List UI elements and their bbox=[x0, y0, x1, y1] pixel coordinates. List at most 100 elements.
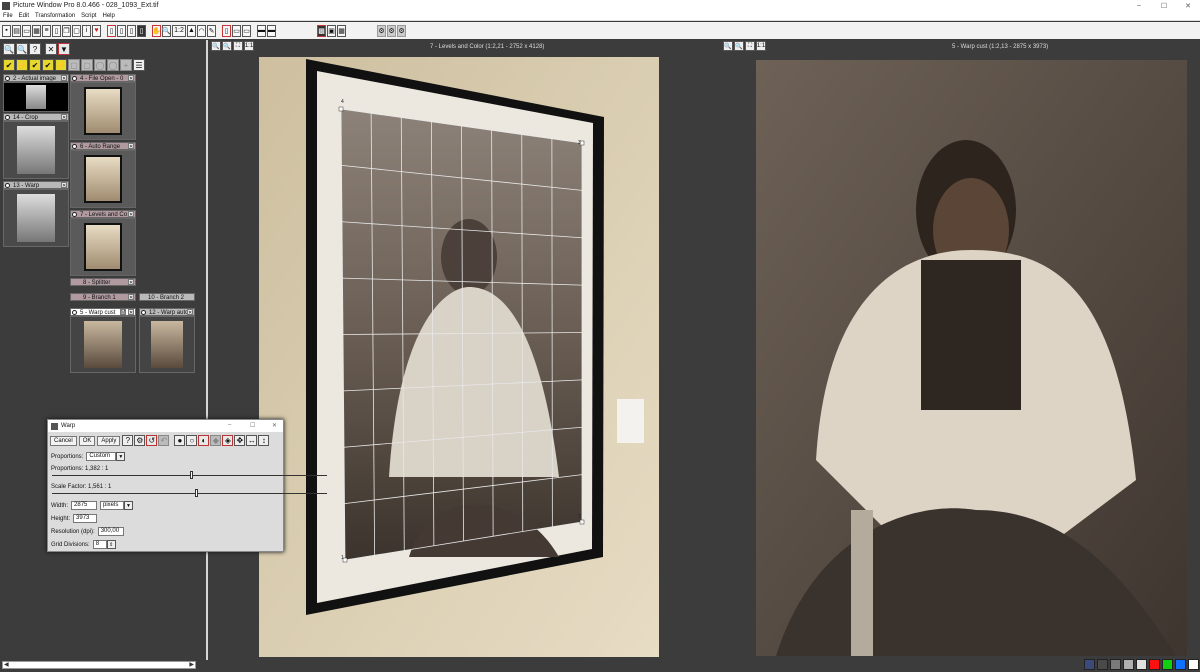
spinner-icon[interactable]: ⇕ bbox=[106, 540, 116, 549]
check-icon[interactable]: ✔ bbox=[29, 59, 41, 71]
diamond-select-icon[interactable]: ◈ bbox=[222, 435, 234, 446]
grid-icon[interactable]: ▣ bbox=[327, 24, 336, 37]
checker-icon[interactable]: ▩ bbox=[317, 24, 326, 37]
gear-icon[interactable]: ⚙ bbox=[397, 24, 406, 37]
page-icon[interactable]: ▯ bbox=[107, 24, 116, 37]
color-swatch[interactable] bbox=[1136, 659, 1147, 670]
mountain-icon[interactable]: ▲ bbox=[187, 24, 196, 37]
doc-icon[interactable]: ▯ bbox=[52, 24, 61, 37]
zoom-icon[interactable]: 🔍 bbox=[162, 24, 171, 37]
circle-icon[interactable]: ◯ bbox=[94, 59, 106, 71]
resolution-input[interactable]: 300,00 bbox=[97, 527, 124, 536]
maximize-button[interactable]: ☐ bbox=[250, 422, 255, 429]
close-icon[interactable]: ✕ bbox=[61, 182, 67, 188]
chevron-down-icon[interactable]: ▼ bbox=[124, 501, 134, 510]
vertical-icon[interactable]: ↕ bbox=[258, 435, 270, 446]
minimize-button[interactable]: – bbox=[228, 422, 231, 428]
copy-icon[interactable]: ❐ bbox=[62, 24, 71, 37]
color-swatch[interactable] bbox=[1188, 659, 1199, 670]
print-icon[interactable]: ▦ bbox=[32, 24, 41, 37]
zoom-in-icon[interactable]: 🔍 bbox=[3, 43, 15, 55]
close-button[interactable]: ✕ bbox=[272, 422, 277, 429]
color-swatch[interactable] bbox=[1084, 659, 1095, 670]
mask-icon[interactable]: M bbox=[120, 309, 126, 315]
horizontal-scrollbar[interactable]: ◀ ▶ bbox=[2, 661, 196, 669]
ratio-icon[interactable]: 1:2 bbox=[172, 24, 186, 37]
gear-icon[interactable]: ⚙ bbox=[377, 24, 386, 37]
node-13[interactable]: 13 - Warp ✕ bbox=[3, 181, 69, 247]
menu-script[interactable]: Script bbox=[78, 13, 99, 19]
color-swatch[interactable] bbox=[1097, 659, 1108, 670]
pencil-icon[interactable]: ✎ bbox=[207, 24, 216, 37]
minimize-button[interactable]: – bbox=[1133, 0, 1145, 11]
node-9[interactable]: 9 - Branch 1 ✕ bbox=[70, 293, 136, 301]
node-14[interactable]: 14 - Crop ✕ bbox=[3, 113, 69, 179]
apply-button[interactable]: Apply bbox=[97, 435, 121, 446]
node-8[interactable]: 8 - Splitter ✕ bbox=[70, 278, 136, 286]
page-icon[interactable]: ▯ bbox=[117, 24, 126, 37]
close-icon[interactable]: ✕ bbox=[128, 279, 134, 285]
width-input[interactable]: 2875 bbox=[71, 501, 98, 510]
close-icon[interactable]: ✕ bbox=[128, 309, 134, 315]
zoom-in-icon[interactable]: 🔍 bbox=[211, 41, 221, 51]
diamond-icon[interactable]: ◆ bbox=[210, 435, 222, 446]
menu-help[interactable]: Help bbox=[99, 13, 117, 19]
page-icon[interactable]: ▢ bbox=[68, 59, 80, 71]
close-icon[interactable]: ✕ bbox=[61, 75, 67, 81]
close-icon[interactable]: ✕ bbox=[128, 75, 134, 81]
dropdown-icon[interactable]: ▼ bbox=[58, 43, 70, 55]
menu-file[interactable]: File bbox=[0, 13, 16, 19]
node-4[interactable]: 4 - File Open - 0 ✕ bbox=[70, 74, 136, 140]
color-swatch[interactable] bbox=[1162, 659, 1173, 670]
circle-filled-icon[interactable]: ● bbox=[174, 435, 186, 446]
color-swatch[interactable] bbox=[1110, 659, 1121, 670]
color-swatch[interactable] bbox=[1149, 659, 1160, 670]
zoom-out-icon[interactable]: 🔍 bbox=[222, 41, 232, 51]
actual-size-button[interactable]: 1:1 bbox=[756, 41, 766, 51]
check-icon[interactable]: ✔ bbox=[3, 59, 15, 71]
plus-icon[interactable]: + bbox=[120, 59, 132, 71]
node-5[interactable]: 5 - Warp cust M ✕ bbox=[70, 308, 136, 373]
half-circle-icon[interactable]: ◐ bbox=[198, 435, 210, 446]
circle-icon[interactable]: ○ bbox=[186, 435, 198, 446]
color-swatch[interactable] bbox=[1123, 659, 1134, 670]
page-icon[interactable]: ▯ bbox=[127, 24, 136, 37]
split-view-icon[interactable]: ▯ bbox=[222, 24, 231, 37]
scroll-left-icon[interactable]: ◀ bbox=[4, 662, 9, 669]
close-icon[interactable]: ✕ bbox=[128, 143, 134, 149]
zoom-out-icon[interactable]: 🔍 bbox=[734, 41, 744, 51]
save-icon[interactable]: ▭ bbox=[22, 24, 31, 37]
brush-icon[interactable]: ◠ bbox=[197, 24, 206, 37]
zoom-in-icon[interactable]: 🔍 bbox=[723, 41, 733, 51]
zoom-out-icon[interactable]: 🔍 bbox=[16, 43, 28, 55]
grid-icon[interactable]: ▦ bbox=[337, 24, 346, 37]
node-2[interactable]: 2 - Actual image ✕ bbox=[3, 74, 69, 112]
move-icon[interactable]: ✥ bbox=[234, 435, 246, 446]
check-icon[interactable]: ✔ bbox=[42, 59, 54, 71]
new-icon[interactable]: ▪ bbox=[2, 24, 11, 37]
close-icon[interactable]: ✕ bbox=[128, 211, 134, 217]
screen-icon[interactable]: ▬ bbox=[257, 24, 266, 37]
photo-canvas[interactable] bbox=[756, 60, 1187, 656]
hand-icon[interactable]: ✋ bbox=[152, 24, 161, 37]
reset-icon[interactable]: ↺ bbox=[146, 435, 158, 446]
gear-icon[interactable]: ⚙ bbox=[387, 24, 396, 37]
grid-handle[interactable] bbox=[338, 106, 344, 112]
screen-icon[interactable]: ▬ bbox=[267, 24, 276, 37]
fit-icon[interactable]: ⛶ bbox=[233, 41, 243, 51]
fit-icon[interactable]: ⛶ bbox=[745, 41, 755, 51]
cancel-button[interactable]: Cancel bbox=[50, 435, 77, 446]
page-icon[interactable]: ▯ bbox=[137, 24, 146, 37]
proportions-slider[interactable] bbox=[52, 471, 327, 479]
paste-icon[interactable]: ▢ bbox=[72, 24, 81, 37]
undo-icon[interactable]: ↶ bbox=[158, 435, 170, 446]
help-icon[interactable]: ? bbox=[29, 43, 41, 55]
ok-button[interactable]: OK bbox=[78, 435, 96, 446]
grid-divisions-input[interactable]: 8 bbox=[92, 540, 107, 549]
node-12[interactable]: 12 - Warp auto ✕ bbox=[139, 308, 195, 373]
color-swatch[interactable] bbox=[1175, 659, 1186, 670]
open-icon[interactable]: ▤ bbox=[12, 24, 21, 37]
units-select[interactable]: pixels bbox=[100, 501, 125, 510]
maximize-button[interactable]: ☐ bbox=[1158, 0, 1170, 11]
close-icon[interactable]: ✕ bbox=[61, 114, 67, 120]
